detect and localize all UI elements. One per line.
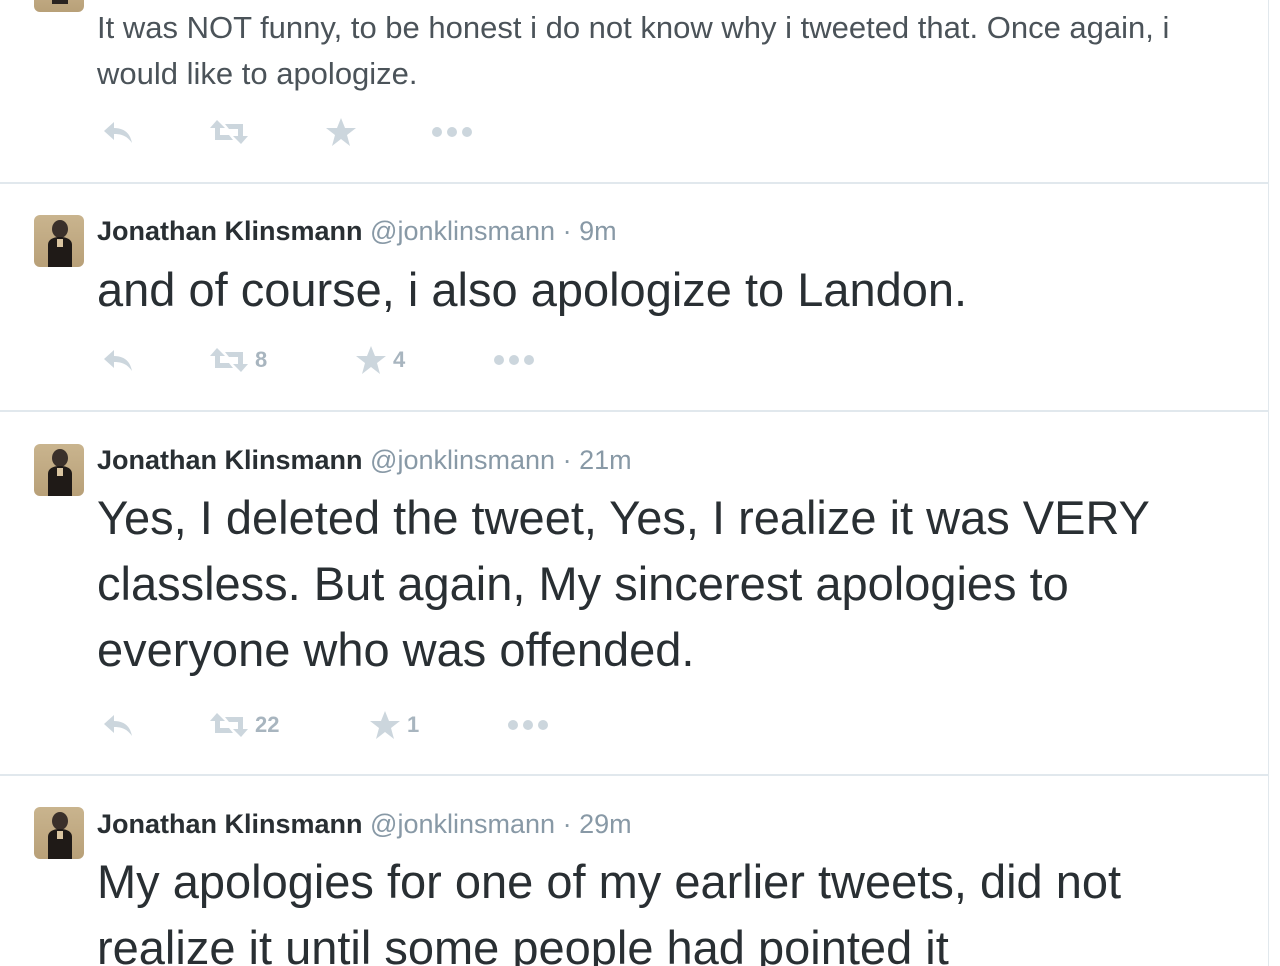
retweet-button[interactable] — [209, 112, 249, 152]
tweet-text: Yes, I deleted the tweet, Yes, I realize… — [97, 491, 1150, 676]
retweet-icon — [210, 713, 248, 737]
avatar[interactable] — [34, 215, 84, 267]
tweet[interactable]: It was NOT funny, to be honest i do not … — [0, 0, 1268, 184]
timestamp[interactable]: 21m — [579, 445, 632, 475]
favorite-button[interactable]: 4 — [355, 340, 405, 380]
retweet-icon — [210, 120, 248, 144]
more-button[interactable] — [431, 112, 473, 152]
user-handle[interactable]: @jonklinsmann — [370, 216, 555, 246]
tweet-header: Jonathan Klinsmann @jonklinsmann · 9m — [97, 214, 617, 248]
more-icon — [494, 355, 534, 365]
user-name[interactable]: Jonathan Klinsmann — [97, 809, 363, 839]
tweet-text: It was NOT funny, to be honest i do not … — [97, 10, 1170, 91]
timestamp[interactable]: 9m — [579, 216, 617, 246]
timestamp[interactable]: 29m — [579, 809, 632, 839]
reply-icon — [104, 350, 132, 371]
tweet-header: Jonathan Klinsmann @jonklinsmann · 29m — [97, 807, 632, 841]
avatar[interactable] — [34, 0, 84, 12]
reply-button[interactable] — [101, 340, 135, 380]
favorite-button[interactable]: 1 — [369, 705, 419, 745]
retweet-count: 8 — [255, 347, 268, 372]
retweet-button[interactable]: 8 — [209, 340, 267, 380]
star-icon — [370, 711, 400, 739]
user-handle[interactable]: @jonklinsmann — [370, 809, 555, 839]
avatar[interactable] — [34, 444, 84, 496]
retweet-count: 22 — [255, 712, 280, 737]
avatar[interactable] — [34, 807, 84, 859]
favorite-button[interactable] — [325, 112, 357, 152]
tweet[interactable]: Jonathan Klinsmann @jonklinsmann · 29m M… — [0, 774, 1268, 966]
user-handle[interactable]: @jonklinsmann — [370, 445, 555, 475]
tweet[interactable]: Jonathan Klinsmann @jonklinsmann · 9m an… — [0, 182, 1268, 412]
retweet-button[interactable]: 22 — [209, 705, 279, 745]
reply-button[interactable] — [101, 705, 135, 745]
more-button[interactable] — [493, 340, 535, 380]
tweet-text: and of course, i also apologize to Lando… — [97, 263, 968, 316]
separator: · — [562, 809, 572, 839]
retweet-icon — [210, 348, 248, 372]
user-name[interactable]: Jonathan Klinsmann — [97, 216, 363, 246]
reply-icon — [104, 122, 132, 143]
favorite-count: 1 — [407, 712, 420, 737]
reply-button[interactable] — [101, 112, 135, 152]
separator: · — [562, 216, 572, 246]
star-icon — [326, 118, 356, 146]
more-icon — [432, 127, 472, 137]
reply-icon — [104, 715, 132, 736]
favorite-count: 4 — [393, 347, 406, 372]
more-icon — [508, 720, 548, 730]
user-name[interactable]: Jonathan Klinsmann — [97, 445, 363, 475]
timeline: It was NOT funny, to be honest i do not … — [0, 0, 1269, 966]
separator: · — [562, 445, 572, 475]
star-icon — [356, 346, 386, 374]
tweet-header: Jonathan Klinsmann @jonklinsmann · 21m — [97, 443, 632, 477]
tweet-text: My apologies for one of my earlier tweet… — [97, 855, 1122, 966]
tweet[interactable]: Jonathan Klinsmann @jonklinsmann · 21m Y… — [0, 410, 1268, 776]
more-button[interactable] — [507, 705, 549, 745]
